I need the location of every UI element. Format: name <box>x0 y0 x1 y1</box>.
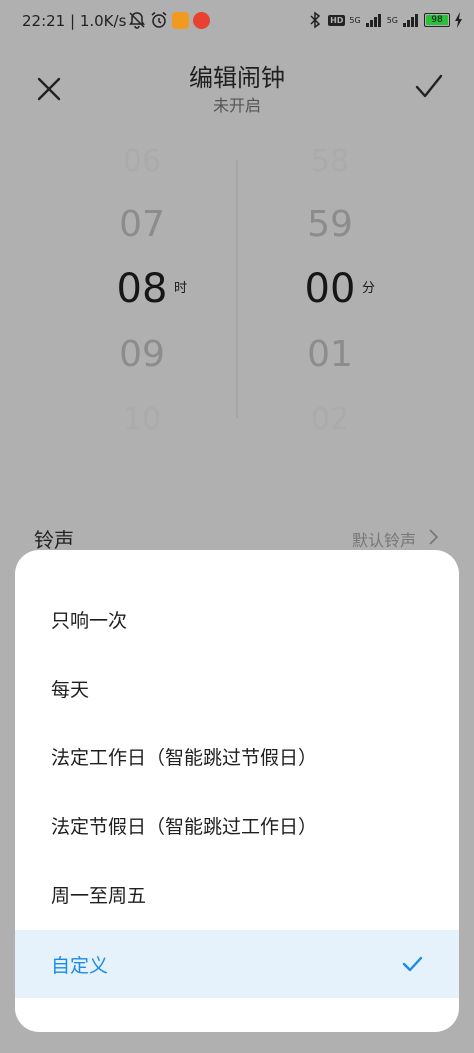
alarm-clock-icon <box>151 11 167 28</box>
confirm-button[interactable] <box>414 72 444 102</box>
status-bar: 22:21 | 1.0K/s HD 5G 5G 98 <box>0 0 474 44</box>
minute-option[interactable]: 02 <box>270 402 390 437</box>
repeat-option-daily[interactable]: 每天 <box>15 654 459 722</box>
bell-off-icon <box>129 12 145 29</box>
picker-divider <box>236 160 238 418</box>
status-icons-right: HD 5G 5G 98 <box>306 11 464 29</box>
hour-option[interactable]: 07 <box>82 204 202 245</box>
repeat-option-holidays[interactable]: 法定节假日（智能跳过工作日） <box>15 791 459 859</box>
checkmark-icon <box>402 956 423 972</box>
charging-icon <box>455 12 462 28</box>
hour-unit: 时 <box>174 281 188 296</box>
minute-option[interactable]: 01 <box>270 334 390 375</box>
option-label: 周一至周五 <box>51 885 147 907</box>
repeat-option-workdays[interactable]: 法定工作日（智能跳过节假日） <box>15 722 459 790</box>
minute-option[interactable]: 59 <box>270 204 390 245</box>
option-label: 自定义 <box>51 955 109 977</box>
network-type-1: 5G <box>349 15 361 25</box>
chevron-right-icon <box>429 529 439 545</box>
hd-voice-badge: HD <box>328 14 346 26</box>
status-time: 22:21 | 1.0K/s <box>22 12 127 30</box>
signal-icon-2 <box>403 14 418 27</box>
repeat-option-custom[interactable]: 自定义 <box>15 930 459 998</box>
app-notification-icon <box>172 11 189 29</box>
network-type-2: 5G <box>386 15 398 25</box>
option-label: 每天 <box>51 679 90 701</box>
repeat-options-sheet: 只响一次 每天 法定工作日（智能跳过节假日） 法定节假日（智能跳过工作日） 周一… <box>15 550 459 1032</box>
hour-option[interactable]: 10 <box>82 402 202 437</box>
ringtone-label: 铃声 <box>34 528 74 552</box>
page-title: 编辑闹钟 <box>189 64 285 92</box>
repeat-option-once[interactable]: 只响一次 <box>15 585 459 653</box>
time-picker: 06 07 08 09 10 时 58 59 00 01 02 分 <box>0 134 474 437</box>
option-label: 法定节假日（智能跳过工作日） <box>51 816 318 838</box>
option-label: 法定工作日（智能跳过节假日） <box>51 747 318 769</box>
repeat-option-weekdays[interactable]: 周一至周五 <box>15 860 459 928</box>
alarm-status: 未开启 <box>212 96 261 115</box>
minute-unit: 分 <box>362 281 376 296</box>
minute-option[interactable]: 58 <box>270 144 390 179</box>
option-label: 只响一次 <box>51 610 128 632</box>
bluetooth-icon <box>310 11 321 29</box>
music-app-icon <box>193 11 210 29</box>
signal-icon <box>365 14 381 27</box>
hour-option[interactable]: 09 <box>82 334 202 375</box>
battery-indicator: 98 <box>424 13 450 27</box>
ringtone-value: 默认铃声 <box>351 531 416 550</box>
status-icons-left <box>128 11 210 29</box>
hour-option[interactable]: 06 <box>82 144 202 179</box>
header: 编辑闹钟 未开启 <box>0 44 474 134</box>
